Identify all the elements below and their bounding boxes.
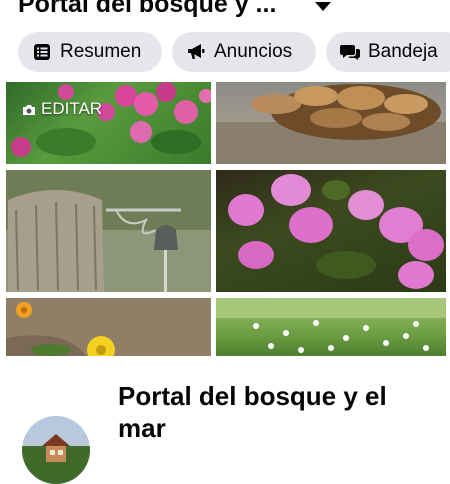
tab-resumen-label: Resumen xyxy=(60,41,142,62)
chat-bubbles-icon xyxy=(340,42,360,62)
tab-anuncios-label: Anuncios xyxy=(214,41,293,62)
edit-cover-button[interactable]: EDITAR xyxy=(22,99,102,119)
wooden-post-bell-photo[interactable] xyxy=(6,170,211,292)
tab-chips: Resumen Anuncios Bandeja xyxy=(0,32,450,72)
tab-bandeja-label: Bandeja xyxy=(368,41,438,62)
tab-resumen[interactable]: Resumen xyxy=(18,32,162,72)
list-icon xyxy=(32,42,52,62)
megaphone-icon xyxy=(186,42,206,62)
avatar[interactable] xyxy=(22,416,90,484)
pine-cone-photo[interactable] xyxy=(216,82,446,164)
top-bar: Portal del bosque y ... xyxy=(0,0,450,30)
azalea-photo[interactable] xyxy=(216,170,446,292)
tree-trunk-yellow-flowers-photo[interactable] xyxy=(6,298,211,356)
daisy-lawn-photo[interactable] xyxy=(216,298,446,356)
tab-bandeja[interactable]: Bandeja xyxy=(326,32,450,72)
tab-anuncios[interactable]: Anuncios xyxy=(172,32,316,72)
camera-icon xyxy=(22,102,36,116)
page-title[interactable]: Portal del bosque y ... xyxy=(18,0,276,19)
edit-cover-label: EDITAR xyxy=(41,99,103,118)
caret-down-icon[interactable] xyxy=(314,0,332,18)
pink-flowers-photo[interactable] xyxy=(6,82,211,164)
profile-name: Portal del bosque y el mar xyxy=(118,381,387,443)
